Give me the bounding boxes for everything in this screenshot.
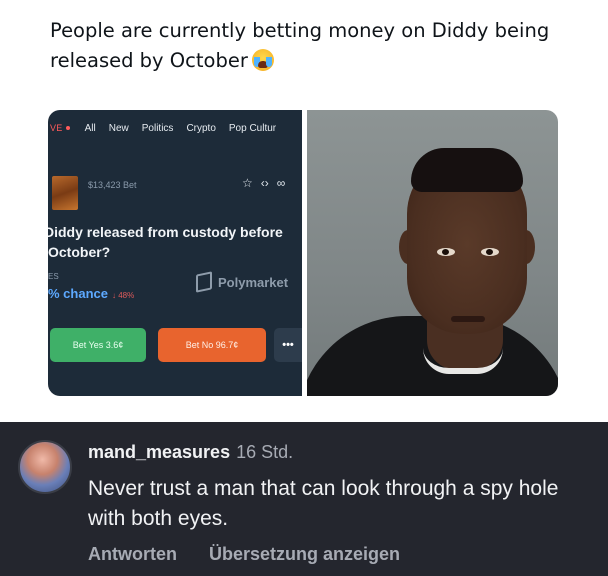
tweet-text: People are currently betting money on Di… [50,16,570,76]
mugshot-photo [307,110,558,396]
nav-item-crypto[interactable]: Crypto [186,123,215,134]
chance-change: ↓ 48% [111,291,135,300]
link-icon[interactable]: ∞ [277,176,286,190]
comment-username[interactable]: mand_measures [88,442,230,462]
polymarket-brand-text: Polymarket [218,274,289,290]
comment-body: Never trust a man that can look through … [88,477,559,530]
comment-header: mand_measures 16 Std. [88,442,293,463]
market-actions: ☆ ‹› ∞ [242,176,285,190]
comment-time: 16 Std. [236,442,294,462]
bet-no-button[interactable]: Bet No 96.7¢ [158,328,266,362]
polymarket-logo: Polymarket [196,271,289,293]
star-icon[interactable]: ☆ [242,176,253,190]
photo-mouth [451,316,485,322]
nav-item-new[interactable]: New [109,123,129,134]
tweet-text-content: People are currently betting money on Di… [50,19,550,72]
nav-item-pop-culture[interactable]: Pop Cultur [229,123,276,134]
comment-actions: Antworten Übersetzung anzeigen [88,544,400,565]
reply-button[interactable]: Antworten [88,544,177,565]
nav-item-politics[interactable]: Politics [142,123,174,134]
outcome-label: ES [48,272,59,281]
comment-item: mand_measures 16 Std. Never trust a man t… [0,422,608,576]
polymarket-nav: VE All New Politics Crypto Pop Cultur [48,110,302,146]
photo-eye-right [481,248,499,256]
avatar[interactable] [18,440,72,494]
market-question: Diddy released from custody before Octob… [48,224,283,260]
chance-value: % chance ↓ 48% [48,286,134,301]
nav-item-all[interactable]: All [85,123,96,134]
photo-eye-left [437,248,455,256]
bet-volume: $13,423 Bet [88,180,137,190]
more-options-button[interactable]: ••• [274,328,302,362]
translate-button[interactable]: Übersetzung anzeigen [209,544,400,565]
polymarket-icon [196,271,212,293]
crying-face-emoji [251,49,274,71]
polymarket-screenshot: VE All New Politics Crypto Pop Cultur $1… [48,110,302,396]
market-thumbnail [52,176,78,210]
photo-hair [411,148,523,192]
chance-text: % chance [48,286,108,301]
bet-yes-button[interactable]: Bet Yes 3.6¢ [50,328,146,362]
live-indicator: VE [50,123,72,133]
embed-icon[interactable]: ‹› [261,176,269,190]
